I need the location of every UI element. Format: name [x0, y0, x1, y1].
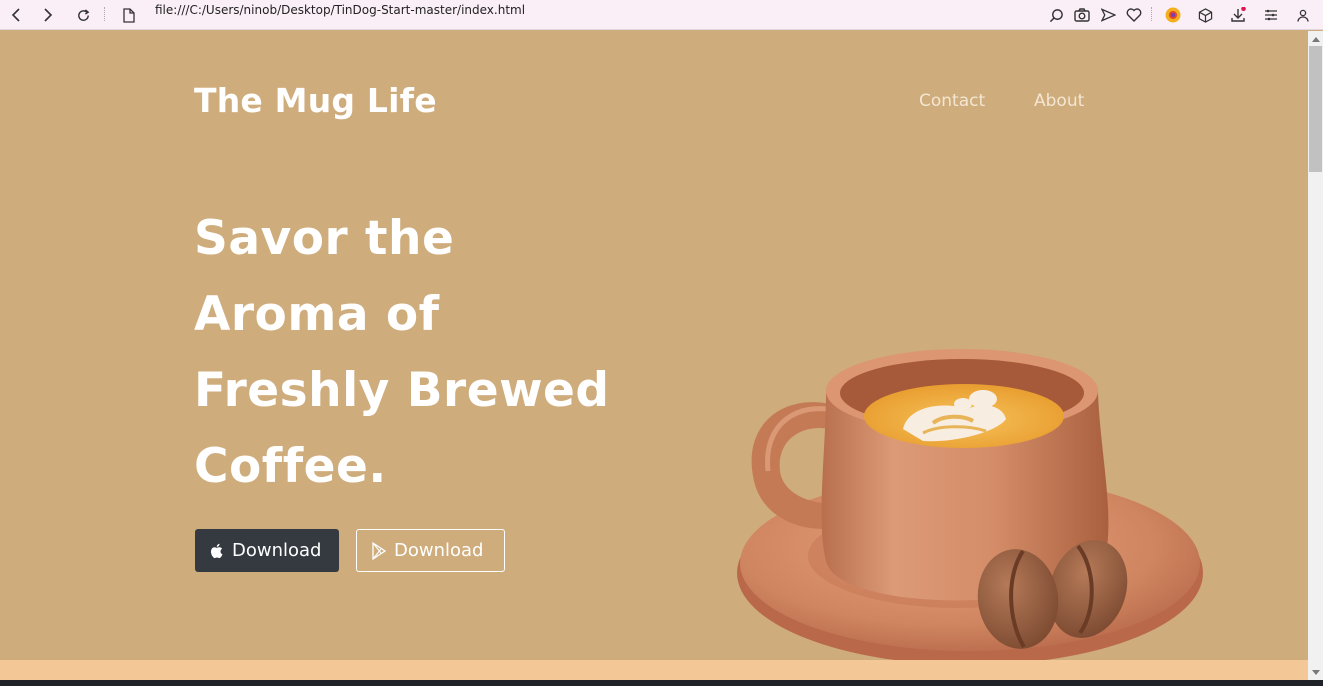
send-icon[interactable] — [1099, 0, 1117, 30]
heart-icon[interactable] — [1125, 0, 1143, 30]
address-bar[interactable]: file:///C:/Users/ninob/Desktop/TinDog-St… — [155, 0, 525, 30]
next-section-strip — [0, 660, 1308, 680]
download-google-play-label: Download — [394, 540, 484, 561]
coffee-cup-illustration — [737, 349, 1203, 665]
hero-headline: Savor the Aroma of Freshly Brewed Coffee… — [194, 201, 664, 505]
reload-icon[interactable] — [74, 0, 92, 30]
nav-link-about[interactable]: About — [1034, 91, 1084, 111]
scroll-down-icon[interactable] — [1308, 665, 1323, 679]
browser-toolbar: file:///C:/Users/ninob/Desktop/TinDog-St… — [0, 0, 1323, 30]
extension-icon[interactable] — [1164, 0, 1182, 30]
download-icon[interactable] — [1229, 0, 1247, 30]
download-apple-label: Download — [232, 540, 322, 561]
scroll-up-icon[interactable] — [1308, 32, 1323, 46]
profile-icon[interactable] — [1295, 0, 1311, 30]
headline-line: Aroma of — [194, 287, 440, 342]
page-icon[interactable] — [121, 0, 137, 30]
toolbar-separator — [104, 7, 106, 21]
taskbar — [0, 680, 1323, 686]
headline-line: Coffee. — [194, 439, 387, 494]
forward-icon[interactable] — [40, 0, 56, 30]
download-apple-button[interactable]: Download — [195, 529, 339, 572]
google-play-icon — [371, 541, 389, 560]
scrollbar-thumb[interactable] — [1309, 46, 1322, 172]
headline-line: Savor the — [194, 211, 455, 266]
nav-link-contact[interactable]: Contact — [919, 91, 985, 111]
headline-line: Freshly Brewed — [194, 363, 610, 418]
download-google-play-button[interactable]: Download — [356, 529, 505, 572]
box-icon[interactable] — [1196, 0, 1214, 30]
hero-section: The Mug Life Contact About Savor the Aro… — [0, 31, 1308, 680]
toolbar-separator — [1151, 7, 1153, 21]
brand-logo[interactable]: The Mug Life — [194, 81, 437, 120]
menu-icon[interactable] — [1262, 0, 1280, 30]
camera-icon[interactable] — [1073, 0, 1091, 30]
search-icon[interactable] — [1047, 0, 1065, 30]
back-icon[interactable] — [8, 0, 24, 30]
apple-icon — [209, 542, 227, 560]
